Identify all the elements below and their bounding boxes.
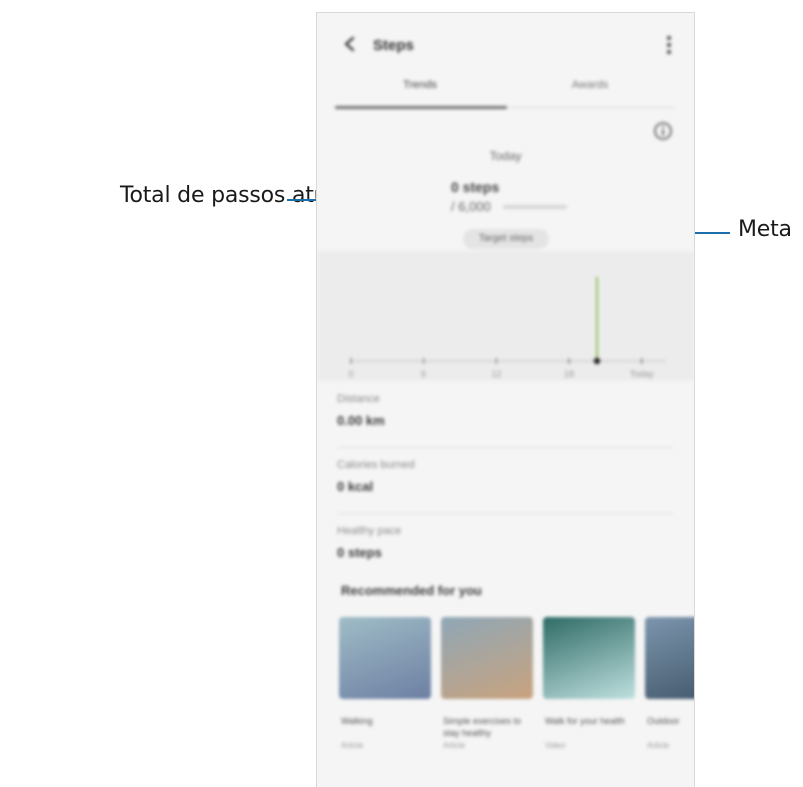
tab-bar: Trends Awards	[335, 79, 675, 109]
target-steps-button[interactable]: Target steps	[463, 229, 549, 249]
card-thumbnail	[645, 617, 694, 699]
card-title: Walk for your health	[545, 716, 625, 726]
more-options-icon[interactable]	[666, 35, 672, 55]
chart-current-point	[593, 357, 601, 365]
card-title: Simple exercises to stay healthy	[443, 716, 522, 738]
card-subtitle: Article	[341, 741, 364, 750]
stat-label: Healthy pace	[337, 525, 402, 537]
stat-label: Distance	[337, 393, 380, 405]
date-label: Today	[489, 149, 522, 163]
callout-goal: Meta	[738, 217, 792, 242]
card-thumbnail	[339, 617, 431, 699]
steps-summary: Today 0 steps / 6,000 Target steps	[317, 143, 694, 253]
stat-calories: Calories burned 0 kcal	[337, 451, 673, 514]
goal-steps: / 6,000	[451, 199, 491, 214]
chart-tick-label: 6	[421, 369, 426, 379]
phone-screen: Steps Trends Awards Today 0 steps / 6,00…	[316, 12, 695, 787]
steps-chart: 0 6 12 18 Today	[317, 251, 694, 381]
recommended-cards: Walking Article Simple exercises to stay…	[339, 617, 694, 767]
recommended-card[interactable]: Walk for your health Video	[543, 617, 635, 767]
card-subtitle: Article	[647, 741, 670, 750]
stat-healthy-pace: Healthy pace 0 steps	[337, 517, 673, 579]
tab-awards[interactable]: Awards	[505, 79, 675, 105]
app-header: Steps	[317, 13, 694, 83]
info-icon[interactable]	[653, 121, 673, 141]
card-subtitle: Article	[443, 741, 466, 750]
card-title: Outdoor	[647, 716, 680, 726]
page-title: Steps	[373, 37, 414, 54]
chart-tick-label: 18	[564, 369, 574, 379]
chart-tick-label: 12	[491, 369, 501, 379]
card-title: Walking	[341, 716, 373, 726]
recommended-card[interactable]: Walking Article	[339, 617, 431, 767]
tab-trends[interactable]: Trends	[335, 79, 505, 105]
stat-value: 0 kcal	[337, 479, 374, 494]
stat-label: Calories burned	[337, 459, 415, 471]
stat-distance: Distance 0.00 km	[337, 385, 673, 448]
card-subtitle: Video	[545, 741, 566, 750]
recommended-card[interactable]: Simple exercises to stay healthy Article	[441, 617, 533, 767]
chart-tick-label: 0	[348, 369, 353, 379]
stat-value: 0 steps	[337, 545, 382, 560]
stat-value: 0.00 km	[337, 413, 385, 428]
current-steps: 0 steps	[451, 179, 500, 195]
recommended-title: Recommended for you	[341, 583, 482, 598]
back-arrow-icon[interactable]	[341, 35, 359, 53]
card-thumbnail	[441, 617, 533, 699]
active-tab-indicator	[335, 106, 507, 109]
recommended-card[interactable]: Outdoor Article	[645, 617, 694, 767]
chart-tick-label: Today	[630, 369, 655, 379]
steps-chart-svg: 0 6 12 18 Today	[348, 277, 667, 379]
card-thumbnail	[543, 617, 635, 699]
goal-progress-bar	[503, 205, 567, 209]
